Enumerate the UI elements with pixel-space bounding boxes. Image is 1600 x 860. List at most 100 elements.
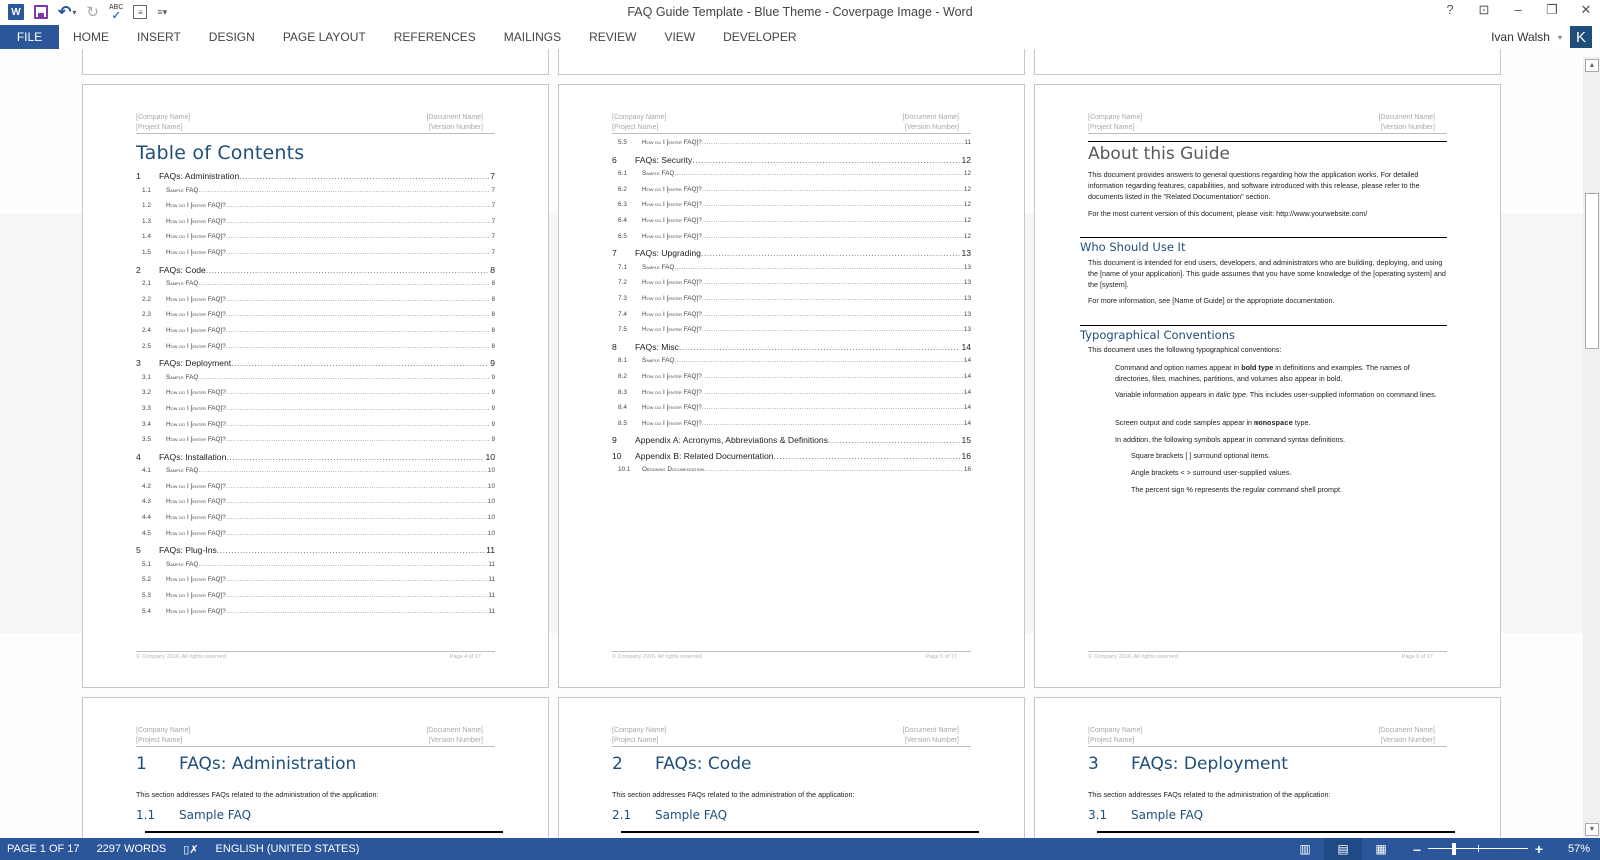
toc-entry[interactable]: 1.3 How do I [enter FAQ]? 7 <box>136 218 495 234</box>
help-icon[interactable]: ? <box>1442 2 1458 18</box>
toc-entry[interactable]: 3.3 How do I [enter FAQ]? 9 <box>136 405 495 421</box>
toc-entry[interactable]: 8.3 How do I [enter FAQ]? 14 <box>612 389 971 405</box>
toc-entry[interactable]: 3.4 How do I [enter FAQ]? 9 <box>136 421 495 437</box>
zoom-level[interactable]: 57% <box>1560 843 1590 855</box>
toc-entry[interactable]: 6.3 How do I [enter FAQ]? 12 <box>612 201 971 217</box>
toc-entry[interactable]: 1.5 How do I [enter FAQ]? 7 <box>136 249 495 265</box>
ribbon-display-options-icon[interactable]: ⊡ <box>1476 2 1492 18</box>
toc-entry[interactable]: 4.3 How do I [enter FAQ]? 10 <box>136 498 495 514</box>
toc-entry[interactable]: 6.4 How do I [enter FAQ]? 12 <box>612 217 971 233</box>
tab-insert[interactable]: INSERT <box>123 25 195 49</box>
toc-entry[interactable]: 4.5 How do I [enter FAQ]? 10 <box>136 530 495 546</box>
minimize-icon[interactable]: – <box>1510 2 1526 18</box>
toc-entry[interactable]: 8.2 How do I [enter FAQ]? 14 <box>612 373 971 389</box>
toc-entry[interactable]: 6.1 Sample FAQ 12 <box>612 170 971 186</box>
toc-entry[interactable]: 5 FAQs: Plug-Ins 11 <box>136 545 495 561</box>
toc-entry[interactable]: 1.2 How do I [enter FAQ]? 7 <box>136 202 495 218</box>
toc-entry[interactable]: 2.2 How do I [enter FAQ]? 8 <box>136 296 495 312</box>
document-canvas[interactable]: [Company Name] [Project Name] [Document N… <box>0 49 1583 838</box>
tab-mailings[interactable]: MAILINGS <box>490 25 575 49</box>
toc-leader-dots <box>226 296 491 303</box>
scroll-up-button[interactable]: ▲ <box>1585 59 1599 72</box>
read-mode-button[interactable]: ▥ <box>1286 838 1324 860</box>
avatar[interactable]: K <box>1570 26 1592 48</box>
toc-entry-text: Sample FAQ <box>642 263 675 271</box>
toc-entry-text: FAQs: Misc <box>635 341 679 352</box>
toc-entry[interactable]: 8 FAQs: Misc 14 <box>612 342 971 358</box>
toc-entry[interactable]: 8.4 How do I [enter FAQ]? 14 <box>612 404 971 420</box>
toc-entry[interactable]: 4.2 How do I [enter FAQ]? 10 <box>136 483 495 499</box>
language[interactable]: ENGLISH (UNITED STATES) <box>216 843 360 855</box>
toc-leader-dots <box>702 295 963 302</box>
toc-entry[interactable]: 8.5 How do I [enter FAQ]? 14 <box>612 420 971 436</box>
scrollbar-thumb[interactable] <box>1585 193 1599 349</box>
toc-entry[interactable]: 5.3 How do I [enter FAQ]? 11 <box>136 592 495 608</box>
tab-design[interactable]: DESIGN <box>195 25 269 49</box>
tab-developer[interactable]: DEVELOPER <box>709 25 810 49</box>
tab-view[interactable]: VIEW <box>650 25 709 49</box>
scroll-down-button[interactable]: ▼ <box>1585 823 1599 836</box>
toc-entry-text: How do I [enter FAQ]? <box>642 326 702 334</box>
toc-entry[interactable]: 1.1 Sample FAQ 7 <box>136 187 495 203</box>
toc-entry[interactable]: 10 Appendix B: Related Documentation 16 <box>612 451 971 467</box>
toc-entry[interactable]: 7.2 How do I [enter FAQ]? 13 <box>612 279 971 295</box>
toc-entry[interactable]: 3 FAQs: Deployment 9 <box>136 358 495 374</box>
toc-entry[interactable]: 6 FAQs: Security 12 <box>612 155 971 171</box>
toc-entry[interactable]: 2.3 How do I [enter FAQ]? 8 <box>136 311 495 327</box>
toc-entry-page: 16 <box>961 450 971 461</box>
toc-entry[interactable]: 2.4 How do I [enter FAQ]? 8 <box>136 327 495 343</box>
print-layout-button[interactable]: ▤ <box>1324 838 1362 860</box>
toc-entry[interactable]: 2.1 Sample FAQ 8 <box>136 280 495 296</box>
toc-entry[interactable]: 5.1 Sample FAQ 11 <box>136 561 495 577</box>
toc-entry[interactable]: 7 FAQs: Upgrading 13 <box>612 248 971 264</box>
tab-home[interactable]: HOME <box>59 25 123 49</box>
toc-entry[interactable]: 3.2 How do I [enter FAQ]? 9 <box>136 389 495 405</box>
user-name[interactable]: Ivan Walsh <box>1491 30 1550 44</box>
toc-entry-text: How do I [enter FAQ]? <box>166 389 226 397</box>
zoom-slider[interactable] <box>1428 838 1528 860</box>
toc-entry[interactable]: 5.2 How do I [enter FAQ]? 11 <box>136 576 495 592</box>
zoom-out-button[interactable]: – <box>1410 841 1424 857</box>
toc-entry[interactable]: 7.1 Sample FAQ 13 <box>612 264 971 280</box>
toc-list: 5.5 How do I [enter FAQ]? 11 6 FAQs: Securit… <box>612 139 971 482</box>
header-version: [Version Number] <box>904 737 959 744</box>
user-account[interactable]: Ivan Walsh ▾ K <box>1491 26 1592 48</box>
toc-entry[interactable]: 3.5 How do I [enter FAQ]? 9 <box>136 436 495 452</box>
toc-entry[interactable]: 7.4 How do I [enter FAQ]? 13 <box>612 311 971 327</box>
typo-bold-pre: Command and option names appear in <box>1115 363 1242 372</box>
close-icon[interactable]: ✕ <box>1578 2 1594 18</box>
toc-entry[interactable]: 2 FAQs: Code 8 <box>136 265 495 281</box>
toc-entry[interactable]: 9 Appendix A: Acronyms, Abbreviations & D… <box>612 435 971 451</box>
toc-entry[interactable]: 8.1 Sample FAQ 14 <box>612 357 971 373</box>
toc-entry[interactable]: 7.3 How do I [enter FAQ]? 13 <box>612 295 971 311</box>
toc-entry[interactable]: 1 FAQs: Administration 7 <box>136 171 495 187</box>
page-count[interactable]: PAGE 1 OF 17 <box>7 843 80 855</box>
toc-entry[interactable]: 2.5 How do I [enter FAQ]? 8 <box>136 343 495 359</box>
toc-entry[interactable]: 10.1 Obtaining Documentation 16 <box>612 466 971 482</box>
zoom-slider-knob[interactable] <box>1452 843 1457 855</box>
tab-review[interactable]: REVIEW <box>575 25 650 49</box>
toc-entry-text: FAQs: Plug-Ins <box>159 545 217 556</box>
toc-entry[interactable]: 4 FAQs: Installation 10 <box>136 452 495 468</box>
toc-entry[interactable]: 5.4 How do I [enter FAQ]? 11 <box>136 608 495 624</box>
word-count[interactable]: 2297 WORDS <box>97 843 167 855</box>
vertical-scrollbar[interactable]: ▲ ▼ <box>1583 57 1600 838</box>
toc-entry[interactable]: 6.5 How do I [enter FAQ]? 12 <box>612 233 971 249</box>
toc-entry[interactable]: 3.1 Sample FAQ 9 <box>136 374 495 390</box>
section-number: 1 <box>136 754 147 774</box>
toc-leader-dots <box>226 421 491 428</box>
toc-entry[interactable]: 5.5 How do I [enter FAQ]? 11 <box>612 139 971 155</box>
restore-icon[interactable]: ❐ <box>1544 2 1560 18</box>
chevron-down-icon[interactable]: ▾ <box>1558 33 1562 42</box>
toc-entry[interactable]: 7.5 How do I [enter FAQ]? 13 <box>612 326 971 342</box>
tab-file[interactable]: FILE <box>0 25 59 49</box>
web-layout-button[interactable]: ▦ <box>1362 838 1400 860</box>
toc-entry[interactable]: 4.4 How do I [enter FAQ]? 10 <box>136 514 495 530</box>
toc-entry[interactable]: 4.1 Sample FAQ 10 <box>136 467 495 483</box>
tab-page-layout[interactable]: PAGE LAYOUT <box>269 25 380 49</box>
tab-references[interactable]: REFERENCES <box>380 25 490 49</box>
toc-entry[interactable]: 1.4 How do I [enter FAQ]? 7 <box>136 233 495 249</box>
proofing-icon[interactable]: ▯✗ <box>183 843 198 856</box>
zoom-in-button[interactable]: + <box>1532 841 1546 857</box>
toc-entry[interactable]: 6.2 How do I [enter FAQ]? 12 <box>612 186 971 202</box>
